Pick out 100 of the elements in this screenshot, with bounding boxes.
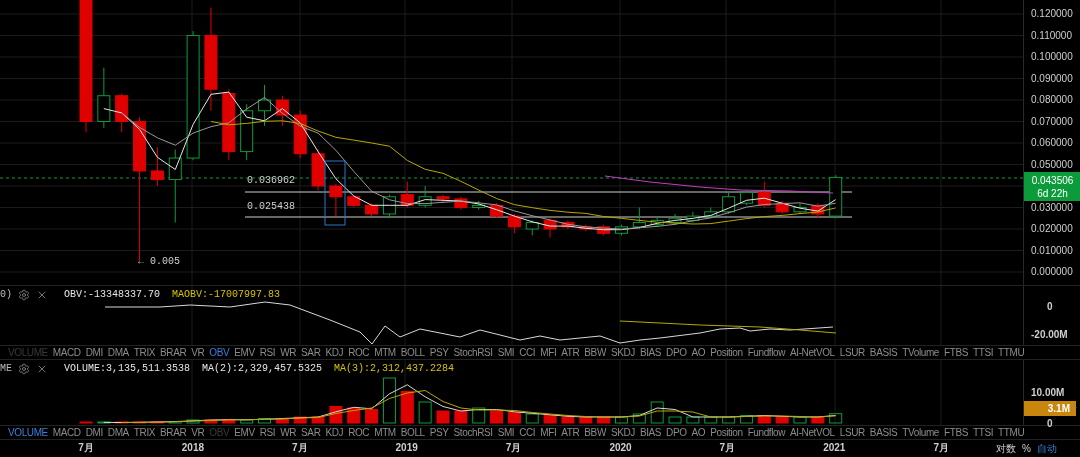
indicator-tab[interactable]: OBV: [209, 347, 230, 358]
indicator-tab[interactable]: ROC: [348, 427, 370, 438]
indicator-tab[interactable]: MFI: [540, 427, 557, 438]
indicator-tab[interactable]: BOLL: [400, 347, 425, 358]
indicator-tab[interactable]: TTSI: [972, 427, 994, 438]
indicator-tab[interactable]: EMV: [234, 347, 255, 358]
indicator-value: MA(3):2,312,437.2284: [334, 362, 455, 376]
indicator-tab[interactable]: AO: [691, 347, 706, 358]
settings-icon[interactable]: [18, 288, 30, 301]
indicator-tab[interactable]: PSY: [429, 347, 449, 358]
indicator-tab[interactable]: BASIS: [869, 427, 898, 438]
indicator-tab[interactable]: Fundflow: [747, 347, 786, 358]
settings-icon[interactable]: [18, 362, 30, 375]
indicator-tab[interactable]: CCI: [519, 347, 536, 358]
indicator-tab[interactable]: EMV: [234, 427, 255, 438]
indicator-tab[interactable]: RSI: [259, 347, 276, 358]
indicator-tab[interactable]: SMI: [497, 347, 515, 358]
scale-toggle[interactable]: 自动: [1036, 443, 1057, 454]
indicator-tab[interactable]: DMA: [107, 347, 129, 358]
candlestick: [668, 213, 682, 226]
volume-bar: [811, 416, 825, 424]
indicator-tab[interactable]: MACD: [52, 347, 81, 358]
indicator-tab[interactable]: BIAS: [639, 347, 662, 358]
indicator-tab[interactable]: TVolume: [902, 427, 939, 438]
indicator-tab[interactable]: TRIX: [133, 427, 156, 438]
indicator-tab[interactable]: MTM: [374, 347, 396, 358]
indicator-tab[interactable]: BASIS: [869, 347, 898, 358]
indicator-tab[interactable]: BRAR: [160, 427, 187, 438]
indicator-tab[interactable]: FTBS: [944, 347, 968, 358]
indicator-tab[interactable]: BBW: [584, 347, 606, 358]
indicator-tab[interactable]: DPO: [666, 427, 687, 438]
indicator-tab[interactable]: SKDJ: [610, 427, 635, 438]
candlestick: [561, 219, 575, 230]
scale-toggle[interactable]: %: [1022, 443, 1031, 454]
indicator-tab[interactable]: WR: [280, 427, 297, 438]
indicator-tab[interactable]: FTBS: [944, 427, 968, 438]
indicator-tab[interactable]: StochRSI: [453, 427, 493, 438]
indicator-tab[interactable]: Position: [710, 347, 743, 358]
indicator-tab[interactable]: VR: [191, 427, 205, 438]
volume-bar: [418, 401, 432, 424]
indicator-tab[interactable]: RSI: [259, 427, 276, 438]
indicator-tab[interactable]: LSUR: [839, 427, 865, 438]
indicator-tab[interactable]: Fundflow: [747, 427, 786, 438]
indicator-tab[interactable]: DPO: [666, 347, 687, 358]
price-level-line[interactable]: [244, 191, 853, 193]
indicator-tab[interactable]: BOLL: [400, 427, 425, 438]
indicator-tab[interactable]: AO: [691, 427, 706, 438]
price-level-line[interactable]: [244, 216, 853, 218]
indicator-tab[interactable]: StochRSI: [453, 347, 493, 358]
indicator-tab[interactable]: BBW: [584, 427, 606, 438]
candlestick: [597, 224, 611, 236]
volume-bar: [739, 415, 753, 424]
low-price-marker: ← 0.005: [138, 257, 180, 267]
scale-toggle[interactable]: 对数: [996, 443, 1016, 454]
indicator-tab[interactable]: MFI: [540, 347, 557, 358]
indicator-tab[interactable]: SKDJ: [610, 347, 635, 358]
candlestick: [311, 148, 325, 191]
volume-bar: [133, 421, 147, 424]
indicator-tab[interactable]: LSUR: [839, 347, 865, 358]
indicator-tab[interactable]: VR: [191, 347, 205, 358]
indicator-tab[interactable]: CCI: [519, 427, 536, 438]
indicator-tab[interactable]: KDJ: [325, 347, 344, 358]
volume-bar: [365, 409, 379, 424]
indicator-tab[interactable]: BRAR: [160, 347, 187, 358]
candlestick: [811, 202, 825, 219]
selection-rectangle[interactable]: [324, 160, 346, 226]
indicator-tab[interactable]: TTMU: [998, 427, 1025, 438]
indicator-tab[interactable]: BIAS: [639, 427, 662, 438]
indicator-tab[interactable]: TTSI: [972, 347, 994, 358]
candlestick: [293, 110, 307, 159]
indicator-tab[interactable]: PSY: [429, 427, 449, 438]
indicator-tab[interactable]: TVolume: [902, 347, 939, 358]
indicator-tab[interactable]: DMI: [85, 347, 103, 358]
candlestick: [490, 202, 504, 219]
indicator-tab[interactable]: KDJ: [325, 427, 344, 438]
indicator-tab[interactable]: SMI: [497, 427, 515, 438]
volume-bar: [615, 416, 628, 424]
indicator-tab[interactable]: DMI: [85, 427, 103, 438]
volume-bar: [793, 416, 807, 424]
indicator-tab[interactable]: Position: [710, 427, 743, 438]
indicator-tab[interactable]: SAR: [301, 427, 321, 438]
indicator-tab[interactable]: WR: [280, 347, 297, 358]
indicator-tab[interactable]: VOLUME: [8, 427, 48, 438]
indicator-tab[interactable]: ATR: [561, 427, 580, 438]
price-level-label: 0.036962: [247, 176, 295, 186]
time-axis-label: 7月: [78, 443, 94, 453]
indicator-tab[interactable]: TTMU: [998, 347, 1025, 358]
candlestick: [240, 103, 254, 161]
indicator-tab[interactable]: MACD: [52, 427, 81, 438]
indicator-tab[interactable]: SAR: [301, 347, 321, 358]
indicator-tab[interactable]: TRIX: [133, 347, 156, 358]
indicator-tab[interactable]: ATR: [561, 347, 580, 358]
indicator-tab[interactable]: DMA: [107, 427, 129, 438]
candlestick: [329, 183, 343, 217]
price-axis-label: 0.030000: [1031, 202, 1073, 213]
indicator-tab[interactable]: AI-NetVOL: [790, 427, 835, 438]
indicator-tab[interactable]: ROC: [348, 347, 370, 358]
chevron-right-icon[interactable]: [1070, 403, 1080, 413]
indicator-tab[interactable]: AI-NetVOL: [790, 347, 835, 358]
indicator-tab[interactable]: MTM: [374, 427, 396, 438]
